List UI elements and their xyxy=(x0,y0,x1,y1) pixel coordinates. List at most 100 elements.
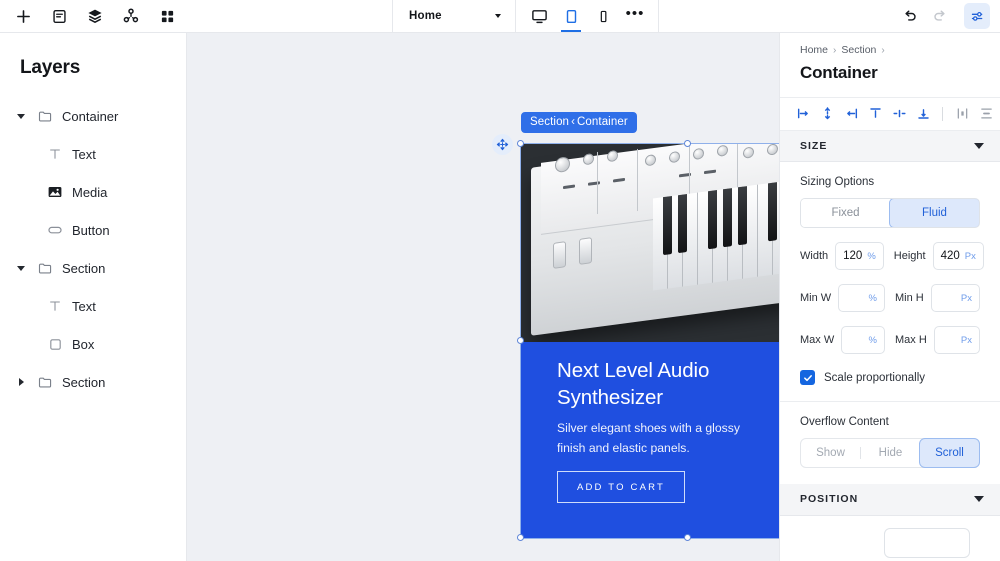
layer-item-text-1[interactable]: Text xyxy=(0,135,186,173)
max-height-field: Max H Px xyxy=(895,326,980,355)
size-row-max: Max W % Max H Px xyxy=(800,326,980,355)
resize-handle-top-left[interactable] xyxy=(517,140,524,147)
sizing-mode-fixed[interactable]: Fixed xyxy=(801,199,890,228)
size-section-title: SIZE xyxy=(800,139,828,152)
chevron-down-icon[interactable] xyxy=(10,113,32,119)
breadcrumb-item-section[interactable]: Section xyxy=(841,44,876,56)
chevron-right-icon[interactable] xyxy=(10,378,32,386)
resize-handle-middle-left[interactable] xyxy=(517,337,524,344)
width-unit: % xyxy=(867,250,876,262)
layer-item-media[interactable]: Media xyxy=(0,173,186,211)
max-width-label: Max W xyxy=(800,334,835,347)
layer-item-button[interactable]: Button xyxy=(0,211,186,249)
height-unit: Px xyxy=(964,250,976,262)
align-center-horizontal-icon[interactable] xyxy=(818,104,836,124)
device-desktop-button[interactable] xyxy=(524,0,554,32)
resize-handle-bottom-center[interactable] xyxy=(684,534,691,541)
size-row-width-height: Width 120 % Height 420 Px xyxy=(800,242,984,271)
add-to-cart-button[interactable]: ADD TO CART xyxy=(557,471,685,503)
resize-handle-top-center[interactable] xyxy=(684,140,691,147)
align-left-icon[interactable] xyxy=(794,104,812,124)
min-height-label: Min H xyxy=(895,292,924,305)
layer-item-box[interactable]: Box xyxy=(0,325,186,363)
breadcrumb-separator: › xyxy=(833,44,837,56)
device-tablet-button[interactable] xyxy=(556,0,586,32)
chevron-down-icon[interactable] xyxy=(10,265,32,271)
toolbar-center-group: Home ••• xyxy=(392,0,659,32)
align-right-icon[interactable] xyxy=(842,104,860,124)
scale-proportionally-label: Scale proportionally xyxy=(824,371,926,384)
breadcrumb: Home › Section › xyxy=(780,33,1000,56)
device-mobile-button[interactable] xyxy=(588,0,618,32)
layer-item-section-2[interactable]: Section xyxy=(0,363,186,401)
max-height-label: Max H xyxy=(895,334,927,347)
min-height-unit: Px xyxy=(960,292,972,304)
page-selector-label: Home xyxy=(409,10,442,22)
min-height-field: Min H Px xyxy=(895,284,980,313)
assets-icon[interactable] xyxy=(154,3,180,29)
button-icon xyxy=(42,222,68,238)
align-top-icon[interactable] xyxy=(866,104,884,124)
inspector-panel: Home › Section › Container SIZE Sizing O… xyxy=(779,33,1000,561)
selection-breadcrumb-badge[interactable]: Section ‹ Container xyxy=(521,112,637,133)
layer-item-container-1[interactable]: Container xyxy=(0,97,186,135)
height-input[interactable]: 420 Px xyxy=(932,242,984,271)
media-image[interactable] xyxy=(521,144,779,342)
max-height-input[interactable]: Px xyxy=(933,326,980,355)
breadcrumb-item-home[interactable]: Home xyxy=(800,44,828,56)
size-section-header[interactable]: SIZE xyxy=(780,130,1000,163)
more-options-icon: ••• xyxy=(625,5,645,22)
toolbar-divider-right xyxy=(658,0,659,32)
components-icon[interactable] xyxy=(118,3,144,29)
overflow-section-body: Overflow Content Show Hide Scroll xyxy=(780,402,1000,484)
undo-button[interactable] xyxy=(896,2,924,30)
max-width-input[interactable]: % xyxy=(841,326,885,355)
layer-label: Media xyxy=(72,184,108,200)
distribute-vertical-icon[interactable] xyxy=(977,104,995,124)
overflow-show-option[interactable]: Show xyxy=(801,439,860,467)
overflow-segmented: Show Hide Scroll xyxy=(800,438,980,469)
add-icon[interactable] xyxy=(10,3,36,29)
layer-item-text-2[interactable]: Text xyxy=(0,287,186,325)
design-canvas[interactable]: Section ‹ Container Next Level Audio Syn… xyxy=(187,33,779,561)
min-width-label: Min W xyxy=(800,292,832,305)
pages-icon[interactable] xyxy=(46,3,72,29)
sizing-mode-segmented: Fixed Fluid xyxy=(800,198,980,229)
sizing-mode-fluid[interactable]: Fluid xyxy=(889,199,979,228)
min-width-input[interactable]: % xyxy=(838,284,885,313)
align-middle-vertical-icon[interactable] xyxy=(890,104,908,124)
layers-icon[interactable] xyxy=(82,3,108,29)
min-height-input[interactable]: Px xyxy=(930,284,980,313)
align-bottom-icon[interactable] xyxy=(914,104,932,124)
layer-label: Box xyxy=(72,336,95,352)
width-input[interactable]: 120 % xyxy=(835,242,884,271)
toolbar-left-group xyxy=(0,0,180,32)
overflow-scroll-option[interactable]: Scroll xyxy=(919,438,980,469)
device-more-button[interactable]: ••• xyxy=(620,0,650,32)
width-label: Width xyxy=(800,250,829,263)
box-icon xyxy=(42,337,68,352)
layer-label: Container xyxy=(62,108,119,124)
resize-handle-bottom-left[interactable] xyxy=(517,534,524,541)
scale-proportionally-checkbox[interactable] xyxy=(800,370,815,386)
page-selector[interactable]: Home xyxy=(393,0,515,32)
max-width-unit: % xyxy=(868,334,877,346)
max-width-field: Max W % xyxy=(800,326,885,355)
move-handle-icon[interactable] xyxy=(492,134,513,155)
layer-item-section-1[interactable]: Section xyxy=(0,249,186,287)
layer-label: Text xyxy=(72,298,96,314)
panel-toggle-button[interactable] xyxy=(964,3,990,29)
app-root: Home ••• Layers Container Text Media But… xyxy=(0,0,1000,561)
width-value: 120 xyxy=(843,250,863,263)
position-section-header[interactable]: POSITION xyxy=(780,484,1000,516)
overflow-hide-option[interactable]: Hide xyxy=(861,439,920,467)
overflow-content-label: Overflow Content xyxy=(800,416,889,429)
chevron-down-icon xyxy=(974,496,984,503)
layer-label: Section xyxy=(62,260,106,276)
selected-container[interactable]: Next Level Audio Synthesizer Silver eleg… xyxy=(520,143,779,539)
redo-button[interactable] xyxy=(926,2,954,30)
align-toolbar xyxy=(780,97,1000,131)
position-input[interactable] xyxy=(884,527,970,558)
selection-current-label: Container xyxy=(577,116,628,128)
distribute-horizontal-icon[interactable] xyxy=(953,104,971,124)
